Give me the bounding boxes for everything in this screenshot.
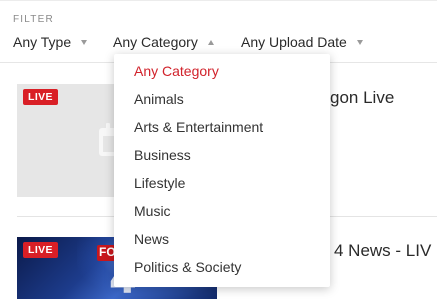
dropdown-option-music[interactable]: Music [114,197,330,225]
upload-date-select-value: Any Upload Date [241,34,347,50]
dropdown-option-arts-entertainment[interactable]: Arts & Entertainment [114,113,330,141]
filter-label: FILTER [13,14,54,25]
chevron-down-icon [81,39,88,45]
dropdown-option-animals[interactable]: Animals [114,85,330,113]
chevron-up-icon [207,39,214,45]
category-dropdown-menu: Any Category Animals Arts & Entertainmen… [114,54,330,287]
video-title[interactable]: 4 News - LIV [334,241,431,261]
dropdown-option-any-category[interactable]: Any Category [114,57,330,85]
dropdown-option-lifestyle[interactable]: Lifestyle [114,169,330,197]
dropdown-option-business[interactable]: Business [114,141,330,169]
live-badge: LIVE [23,242,58,258]
category-select-value: Any Category [113,34,198,50]
type-select[interactable]: Any Type [13,34,88,50]
video-title[interactable]: gon Live [330,88,394,108]
type-select-value: Any Type [13,34,72,50]
chevron-down-icon [356,39,363,45]
live-badge: LIVE [23,89,58,105]
upload-date-select[interactable]: Any Upload Date [241,34,363,50]
dropdown-option-news[interactable]: News [114,225,330,253]
category-select[interactable]: Any Category [113,34,214,50]
dropdown-option-politics-society[interactable]: Politics & Society [114,253,330,281]
